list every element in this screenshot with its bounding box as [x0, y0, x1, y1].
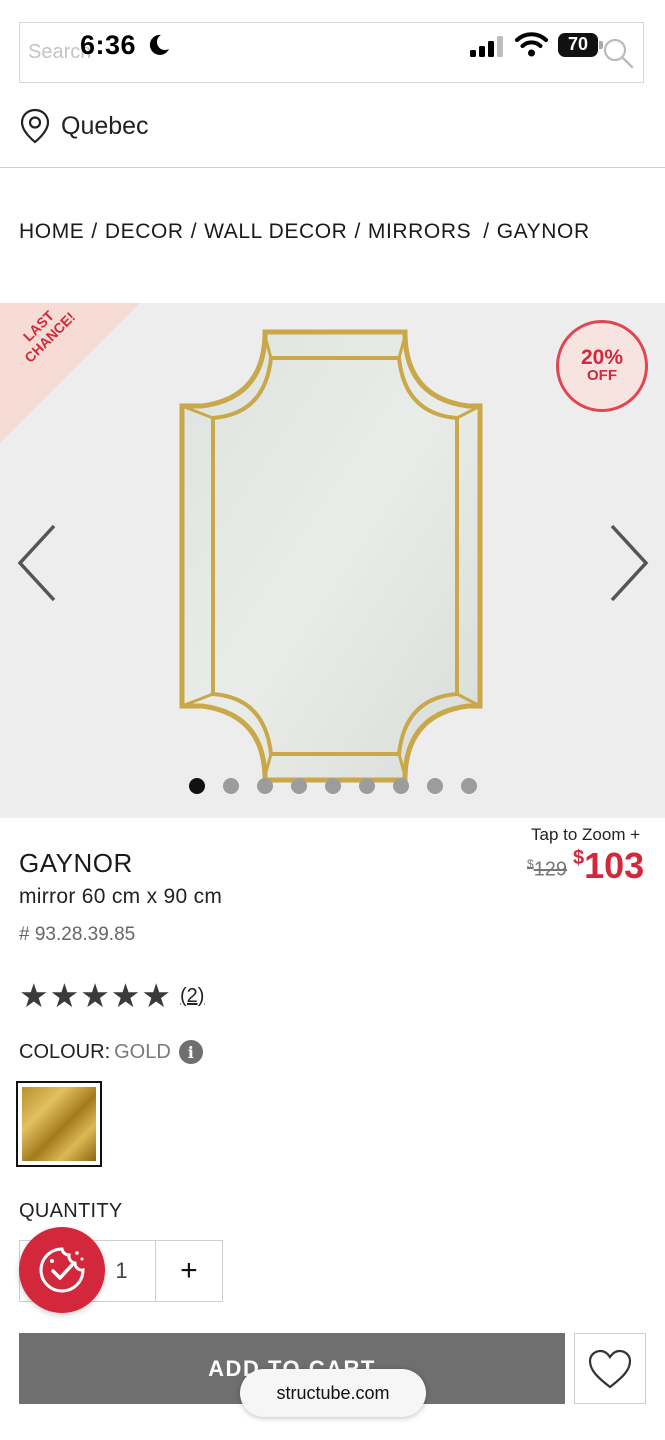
- tap-to-zoom[interactable]: Tap to Zoom +: [531, 825, 640, 845]
- wishlist-button[interactable]: [574, 1333, 646, 1404]
- status-time: 6:36: [80, 30, 137, 60]
- star-icon: ★: [49, 977, 80, 1014]
- gallery-dot[interactable]: [393, 778, 409, 794]
- colour-row: COLOUR: GOLD i: [19, 1040, 203, 1064]
- gallery-dot[interactable]: [359, 778, 375, 794]
- gallery-dot[interactable]: [325, 778, 341, 794]
- previous-image-arrow-icon[interactable]: [14, 518, 62, 608]
- product-gallery[interactable]: LAST CHANCE! 20% OFF: [0, 303, 665, 818]
- location-selector[interactable]: Quebec: [19, 106, 149, 146]
- next-image-arrow-icon[interactable]: [604, 518, 652, 608]
- gallery-dot[interactable]: [257, 778, 273, 794]
- colour-value: GOLD: [114, 1040, 171, 1063]
- breadcrumb-current: GAYNOR: [496, 220, 590, 243]
- star-icon: ★: [19, 977, 49, 1014]
- sale-price-value: 103: [584, 845, 645, 886]
- header-divider: [0, 167, 665, 168]
- cookie-check-icon: [39, 1247, 85, 1293]
- breadcrumb-mirrors[interactable]: MIRRORS: [368, 220, 471, 243]
- review-count-link[interactable]: (2): [180, 985, 204, 1008]
- product-name: GAYNOR: [19, 848, 133, 878]
- original-price-value: 129: [533, 858, 568, 881]
- product-sku: # 93.28.39.85: [19, 924, 136, 945]
- star-icon: ★: [110, 977, 141, 1014]
- breadcrumb-decor[interactable]: DECOR: [105, 220, 184, 243]
- search-icon[interactable]: [601, 36, 635, 70]
- original-price: $129: [527, 857, 567, 882]
- gallery-dot[interactable]: [291, 778, 307, 794]
- sale-price-currency: $: [573, 847, 585, 869]
- gallery-dot[interactable]: [427, 778, 443, 794]
- breadcrumb: HOME / DECOR / WALL DECOR / MIRRORS / GAYNOR: [19, 220, 590, 243]
- product-description: mirror 60 cm x 90 cm: [19, 885, 223, 908]
- star-icon: ★: [80, 977, 110, 1014]
- cookie-consent-button[interactable]: [19, 1227, 105, 1313]
- battery-icon: 70: [558, 33, 604, 57]
- wifi-icon: [515, 32, 548, 57]
- breadcrumb-home[interactable]: HOME: [19, 220, 84, 243]
- colour-label: COLOUR:: [19, 1040, 111, 1063]
- gallery-dot[interactable]: [223, 778, 239, 794]
- sale-price: $103: [573, 845, 644, 887]
- breadcrumb-wall-decor[interactable]: WALL DECOR: [204, 220, 347, 243]
- discount-percent: 20%: [580, 346, 624, 369]
- battery-level: 70: [567, 34, 589, 54]
- gallery-pagination: [189, 778, 477, 794]
- location-label: Quebec: [61, 111, 149, 140]
- info-icon[interactable]: i: [178, 1040, 203, 1064]
- colour-swatch-gold[interactable]: [16, 1081, 102, 1167]
- signal-icon: [470, 36, 503, 57]
- gallery-dot[interactable]: [189, 778, 205, 794]
- location-pin-icon: [20, 108, 50, 144]
- star-icon: ★: [141, 977, 171, 1014]
- heart-icon: [588, 1349, 632, 1388]
- discount-badge: 20% OFF: [556, 320, 648, 412]
- gallery-dot[interactable]: [461, 778, 477, 794]
- moon-icon: [149, 34, 169, 55]
- quantity-label: QUANTITY: [19, 1200, 123, 1222]
- discount-off-label: OFF: [587, 367, 617, 384]
- product-rating[interactable]: ★★★★★ (2): [19, 978, 204, 1014]
- quantity-increment-button[interactable]: +: [154, 1241, 222, 1301]
- gold-texture: [22, 1087, 96, 1161]
- browser-url-bar[interactable]: structube.com: [240, 1369, 426, 1417]
- product-image[interactable]: [175, 328, 495, 783]
- original-price-currency: $: [527, 857, 534, 871]
- rating-stars: ★★★★★: [19, 978, 172, 1014]
